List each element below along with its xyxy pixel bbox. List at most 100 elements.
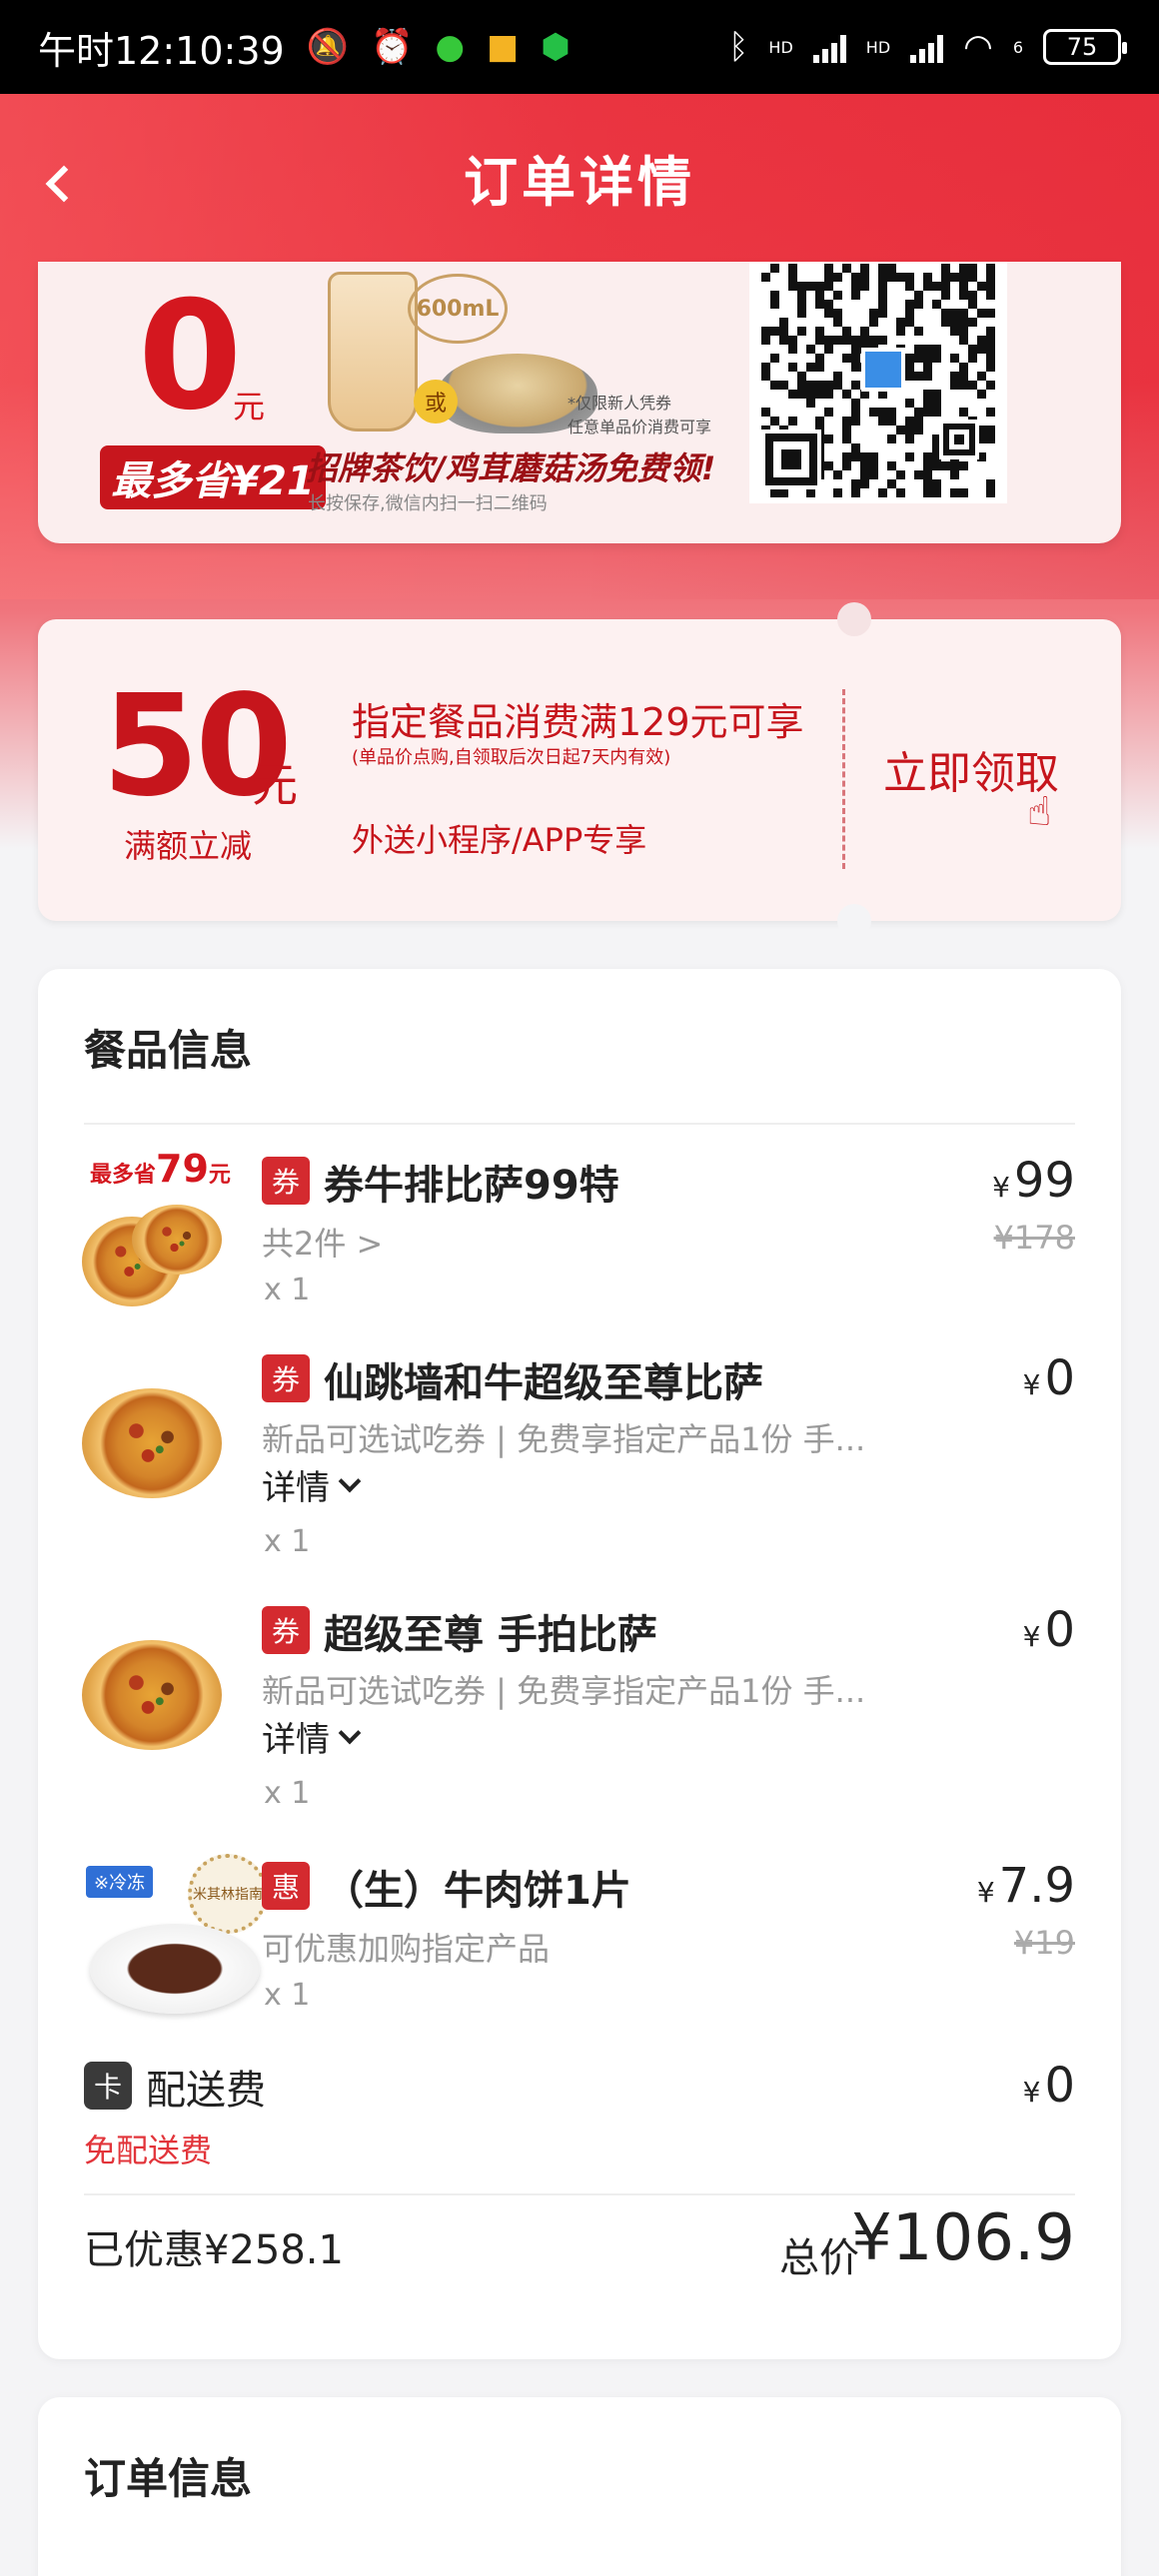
- qr-code[interactable]: [749, 262, 1007, 503]
- qr-module: [815, 354, 824, 363]
- qr-module: [887, 434, 896, 443]
- item-quantity: x 1: [264, 1776, 311, 1811]
- qr-module: [815, 363, 824, 372]
- item-price: ¥7.9: [977, 1858, 1075, 1914]
- qr-module: [779, 336, 788, 345]
- qr-module: [932, 408, 941, 417]
- qr-module: [968, 318, 977, 327]
- shield-icon: ⬢: [541, 27, 571, 67]
- qr-module: [923, 273, 932, 282]
- item-original-price: ¥19: [1013, 1924, 1075, 1962]
- qr-module: [941, 461, 950, 470]
- qr-module: [851, 381, 860, 390]
- item-price-value: 0: [1044, 1350, 1075, 1406]
- qr-module: [959, 264, 968, 273]
- qr-module: [950, 470, 959, 479]
- qr-module: [797, 390, 806, 399]
- item-detail-label: 详情: [262, 1720, 330, 1760]
- qr-module: [815, 300, 824, 309]
- qr-module: [986, 282, 995, 291]
- item-detail-toggle[interactable]: 详情: [262, 1460, 362, 1509]
- page-title: 订单详情: [464, 151, 695, 214]
- item-detail-toggle[interactable]: 详情: [262, 1712, 362, 1761]
- qr-module: [950, 372, 959, 381]
- qr-module: [878, 336, 887, 345]
- qr-module: [797, 282, 806, 291]
- item-price: ¥0: [1023, 1602, 1075, 1658]
- qr-module: [914, 417, 923, 426]
- qr-module: [842, 461, 851, 470]
- qr-module: [815, 417, 824, 426]
- qr-module: [923, 282, 932, 291]
- qr-module: [986, 381, 995, 390]
- qr-module: [887, 461, 896, 470]
- qr-module: [833, 309, 842, 318]
- order-item[interactable]: ※冷冻 米其林指南 惠 （生）牛肉饼1片 可优惠加购指定产品 x 1 ¥7.9 …: [38, 1852, 1121, 2032]
- save-badge-prefix: 最多省: [90, 1163, 157, 1188]
- qr-module: [896, 426, 905, 434]
- qr-module: [824, 282, 833, 291]
- qr-module: [851, 273, 860, 282]
- item-price: ¥99: [992, 1153, 1075, 1209]
- qr-module: [878, 282, 887, 291]
- qr-module: [824, 273, 833, 282]
- qr-module: [905, 426, 914, 434]
- qr-module: [914, 470, 923, 479]
- qr-module: [833, 372, 842, 381]
- qr-module: [986, 273, 995, 282]
- qr-promo-banner[interactable]: 0 元 最多省¥21 600mL 或 *仅限新人凭券 任意单品价消费可享 招牌茶…: [38, 262, 1121, 543]
- qr-module: [905, 372, 914, 381]
- status-right: ᛒ HD HD ◠ 6 75: [728, 29, 1127, 65]
- qr-module: [806, 381, 815, 390]
- qr-module: [842, 452, 851, 461]
- qr-module: [878, 488, 887, 497]
- qr-module: [959, 291, 968, 300]
- food-info-card: 餐品信息 最多省79元 券 券牛排比萨99特 共2件 > x 1 ¥99 ¥17…: [38, 969, 1121, 2359]
- discount-coupon: 50 元 满额立减 指定餐品消费满129元可享 (单品价点购,自领取后次日起7天…: [38, 602, 1121, 938]
- order-item[interactable]: 券 超级至尊 手拍比萨 新品可选试吃券 | 免费享指定产品1份 手... 详情 …: [38, 1600, 1121, 1840]
- qr-module: [788, 363, 797, 372]
- qr-module: [833, 470, 842, 479]
- item-count-link[interactable]: 共2件 >: [262, 1219, 383, 1265]
- qr-module: [806, 390, 815, 399]
- hd-label-1: HD: [768, 37, 793, 57]
- qr-module: [914, 354, 923, 363]
- item-quantity: x 1: [264, 1524, 311, 1559]
- delivery-fee-label: 配送费: [146, 2068, 266, 2114]
- qr-module: [878, 273, 887, 282]
- qr-module: [761, 273, 770, 282]
- wifi-sub-label: 6: [1012, 37, 1023, 57]
- qr-module: [968, 381, 977, 390]
- order-item[interactable]: 最多省79元 券 券牛排比萨99特 共2件 > x 1 ¥99 ¥178: [38, 1147, 1121, 1326]
- signal-icon-1: [812, 31, 846, 63]
- alarm-icon: ⏰: [371, 27, 414, 67]
- qr-module: [986, 426, 995, 434]
- promo-amount-unit: 元: [233, 388, 266, 426]
- coupon-type: 满额立减: [123, 827, 252, 865]
- qr-module: [977, 309, 986, 318]
- qr-module: [977, 336, 986, 345]
- qr-module: [860, 282, 869, 291]
- qr-module: [869, 336, 878, 345]
- promo-hint: 长按保存,微信内扫一扫二维码: [308, 493, 548, 514]
- qr-module: [950, 381, 959, 390]
- qr-module: [815, 336, 824, 345]
- qr-module: [932, 479, 941, 488]
- qr-module: [761, 363, 770, 372]
- qr-module: [761, 372, 770, 381]
- qr-module: [779, 327, 788, 336]
- qr-module: [761, 327, 770, 336]
- qr-module: [833, 291, 842, 300]
- qr-module: [860, 470, 869, 479]
- qr-module: [923, 363, 932, 372]
- item-thumbnail: [82, 1620, 232, 1770]
- qr-module: [851, 408, 860, 417]
- coupon-divider: [842, 689, 845, 869]
- qr-module: [968, 300, 977, 309]
- order-item[interactable]: 券 仙跳墙和牛超级至尊比萨 新品可选试吃券 | 免费享指定产品1份 手... 详…: [38, 1348, 1121, 1588]
- qr-module: [860, 452, 869, 461]
- qr-module: [860, 336, 869, 345]
- page-header: 订单详情: [0, 94, 1159, 262]
- qr-module: [959, 282, 968, 291]
- qr-module: [842, 426, 851, 434]
